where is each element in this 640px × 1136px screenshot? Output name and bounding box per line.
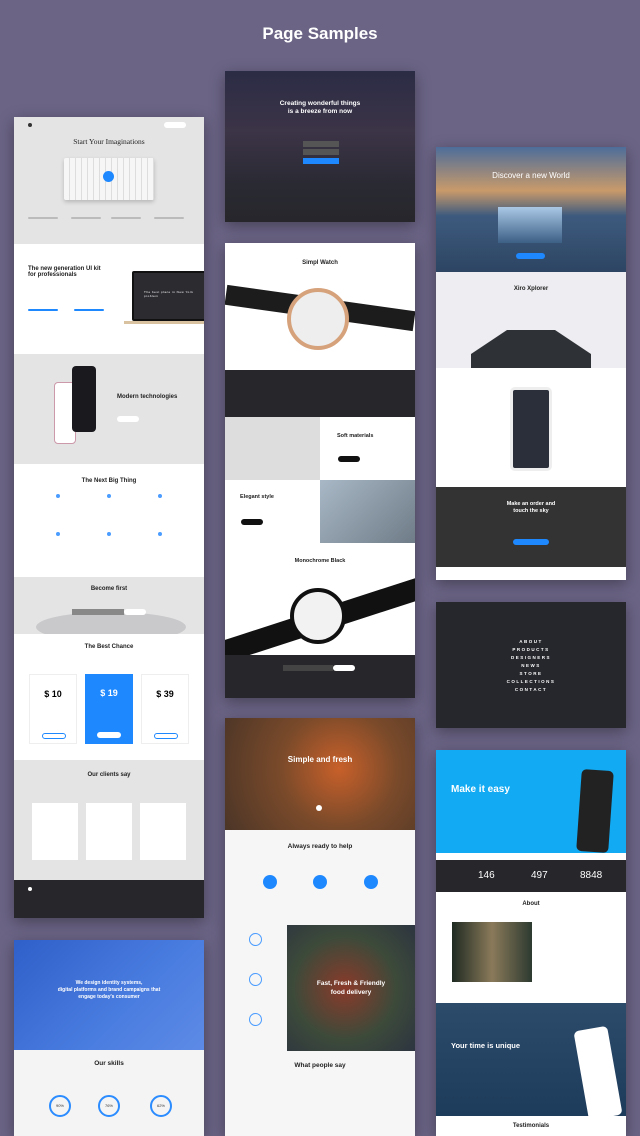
skill-ring: 76% [98,1095,120,1117]
price-card[interactable]: $ 19 [85,674,133,744]
clients-title: Our clients say [87,772,131,778]
stat-value: 8848 [580,870,603,881]
best-title: The Best Chance [84,644,134,650]
price: $ 10 [44,689,62,699]
clients-section: Our clients say [14,760,204,880]
menu-item[interactable]: PRODUCTS [436,646,626,654]
hero-section: Discover a new World [436,147,626,272]
hero-section: Simple and fresh [225,718,415,830]
hero-title: Discover a new World [492,171,570,180]
sample-fresh[interactable]: Simple and fresh Always ready to help Fa… [225,718,415,1136]
generation-section: The new generation UI kit for profession… [14,244,204,354]
hero-title: Start Your Imaginations [73,137,145,146]
become-section: Become first [14,577,204,634]
price: $ 39 [156,689,174,699]
modern-section: Modern technologies [14,354,204,464]
pricing-section: The Best Chance $ 10 $ 19 $ 39 [14,634,204,760]
price-card[interactable]: $ 10 [29,674,77,744]
stat-value: 497 [531,870,548,881]
price: $ 19 [100,688,118,698]
sample-identity[interactable]: We design identity systems, digital plat… [14,940,204,1136]
menu-item[interactable]: COLLECTIONS [436,678,626,686]
name-input[interactable] [303,141,339,147]
about-title: About [522,901,540,907]
people-title: What people say [294,1062,346,1069]
next-section: The Next Big Thing [14,464,204,577]
mono-title: Monochrome Black [294,558,346,564]
order-button[interactable] [513,539,549,545]
soft-title: Soft materials [337,433,374,439]
sample-creating[interactable]: Creating wonderful things is a breeze fr… [225,71,415,222]
hero-title: Creating wonderful things [279,100,361,107]
phone-image [72,366,96,432]
stat-value: 146 [478,870,495,881]
help-title: Always ready to help [287,843,353,850]
delivery-title: Fast, Fresh & Friendly [316,980,386,987]
email-input[interactable] [283,665,333,671]
phone-image [510,387,552,471]
play-icon[interactable] [316,805,322,811]
delivery-title: food delivery [330,989,372,996]
footer [14,880,204,918]
logo-icon [28,887,32,891]
menu-item[interactable]: CONTACT [436,686,626,694]
phone-image [573,1025,623,1116]
email-input[interactable] [72,609,124,615]
hero-section: Start Your Imaginations [14,117,204,244]
skills-title: Our skills [94,1060,124,1067]
sample-imaginations[interactable]: Start Your Imaginations The new generati… [14,117,204,918]
mouse-image [36,612,186,634]
hero-text: We design identity systems, [75,980,143,986]
drone-image [471,330,591,368]
subscribe-button[interactable] [333,665,355,671]
xiro-title: Xiro Xplorer [513,286,549,292]
sample-easy[interactable]: Make it easy 146 497 8848 About Your tim… [436,750,626,1136]
submit-button[interactable] [303,158,339,164]
menu-item[interactable]: DESIGNERS [436,654,626,662]
menu-item[interactable]: STORE [436,670,626,678]
watch-title: Simpl Watch [302,260,338,266]
modern-button[interactable] [117,416,139,422]
page-title: Page Samples [262,24,378,43]
generation-title: The new generation UI kit for profession… [28,266,101,278]
sample-world[interactable]: Discover a new World Xiro Xplorer Make a… [436,147,626,580]
about-image [452,922,532,982]
cta-button[interactable] [516,253,545,259]
menu-item[interactable]: NEWS [436,662,626,670]
hero-text: engage today's consumer [78,994,140,1000]
video-thumbnail[interactable] [498,207,562,243]
modern-title: Modern technologies [117,394,178,400]
order-title: Make an order and [506,501,556,507]
sample-watch[interactable]: Simpl Watch Soft materials Elegant style… [225,243,415,698]
nav-button[interactable] [164,122,186,128]
watch-image [287,288,349,350]
hero-section: We design identity systems, digital plat… [14,940,204,1050]
hero-section: Make it easy [436,750,626,853]
laptop-caption: The best place in New York problem [144,290,194,298]
order-title: touch the sky [513,508,549,514]
hero-text: digital platforms and brand campaigns th… [57,987,161,993]
sample-menu[interactable]: ABOUT PRODUCTS DESIGNERS NEWS STORE COLL… [436,602,626,728]
skill-ring: 62% [150,1095,172,1117]
skill-ring: 90% [49,1095,71,1117]
email-input[interactable] [303,149,339,155]
hero-title: is a breeze from now [287,108,353,115]
stats-bar: 146 497 8848 [436,860,626,892]
hero-title: Make it easy [451,784,510,795]
hero-title: Simple and fresh [287,755,353,764]
subscribe-button[interactable] [124,609,146,615]
logo-icon [28,123,32,127]
elegant-title: Elegant style [240,494,274,500]
testimonials-title: Testimonials [512,1123,550,1129]
menu-item[interactable]: ABOUT [436,638,626,646]
phone-image [576,768,614,853]
next-title: The Next Big Thing [81,478,137,484]
play-icon[interactable] [103,171,114,182]
footer [225,655,415,698]
watch-image [290,588,346,644]
price-card[interactable]: $ 39 [141,674,189,744]
unique-title: Your time is unique [451,1041,521,1050]
become-title: Become first [90,586,128,592]
